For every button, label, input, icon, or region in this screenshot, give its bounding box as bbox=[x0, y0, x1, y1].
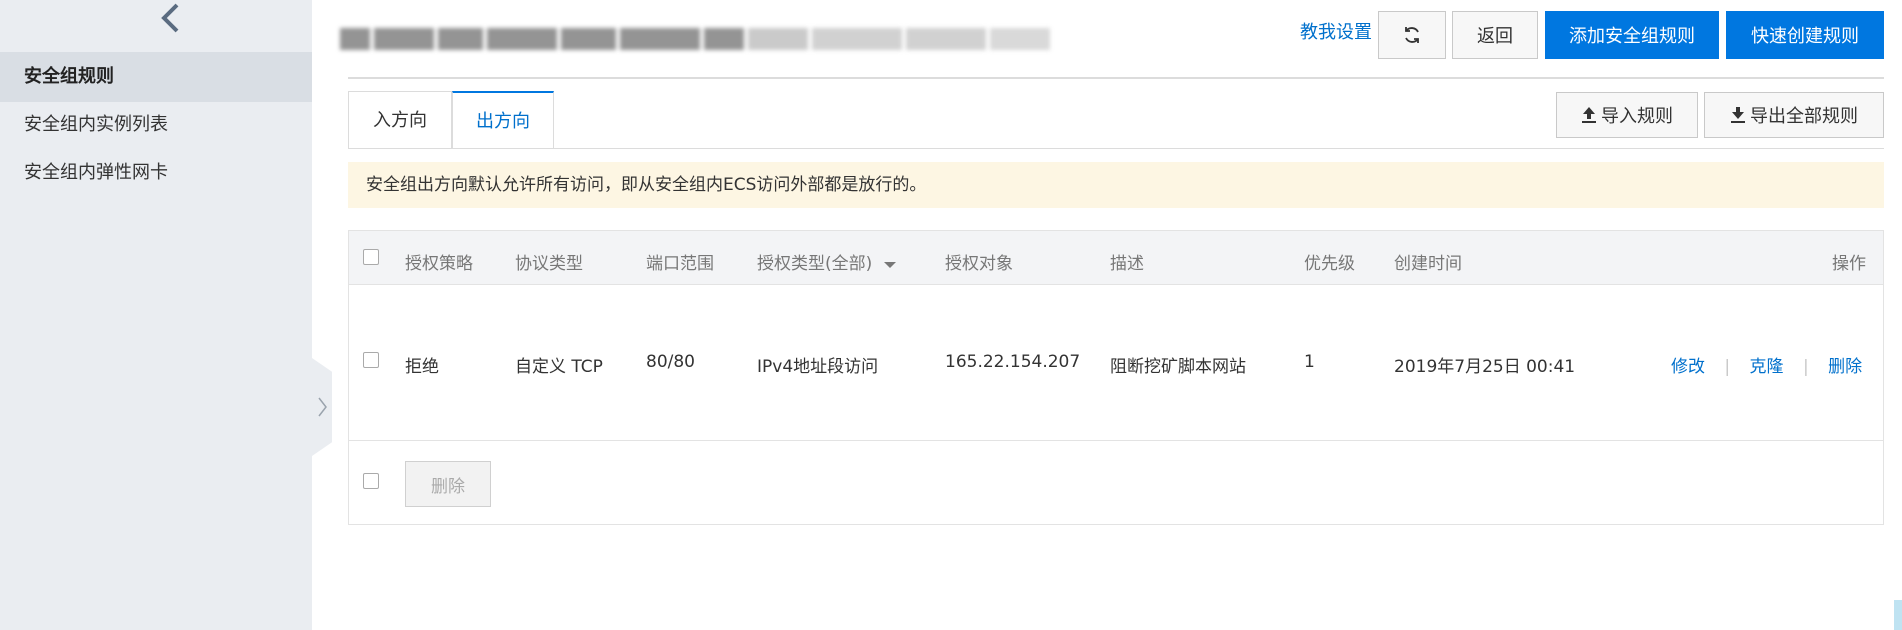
cell-auth-type: IPv4地址段访问 bbox=[757, 357, 879, 377]
clone-rule-link[interactable]: 克隆 bbox=[1750, 357, 1784, 377]
cell-policy: 拒绝 bbox=[405, 357, 439, 377]
col-auth-type-label: 授权类型(全部) bbox=[757, 254, 873, 274]
row-checkbox[interactable] bbox=[363, 352, 379, 368]
cell-target: 165.22.154.207 bbox=[945, 352, 1081, 372]
table-header: 授权策略 协议类型 端口范围 授权类型(全部) 授权对象 描述 优先级 创建时间… bbox=[349, 231, 1883, 285]
col-target: 授权对象 bbox=[945, 254, 1013, 274]
select-all-checkbox[interactable] bbox=[363, 249, 379, 265]
download-icon bbox=[1731, 107, 1745, 123]
add-rule-button[interactable]: 添加安全组规则 bbox=[1545, 11, 1719, 59]
cell-created: 2019年7月25日 00:41 bbox=[1394, 357, 1576, 377]
col-protocol: 协议类型 bbox=[515, 254, 583, 274]
col-description: 描述 bbox=[1110, 254, 1144, 274]
export-rules-button[interactable]: 导出全部规则 bbox=[1704, 92, 1884, 138]
sidebar-item-security-rules[interactable]: 安全组规则 bbox=[0, 52, 312, 102]
back-button[interactable]: 返回 bbox=[1452, 11, 1538, 59]
col-auth-type-filter[interactable]: 授权类型(全部) bbox=[757, 249, 896, 274]
header-divider bbox=[348, 77, 1884, 79]
import-rules-label: 导入规则 bbox=[1601, 106, 1673, 127]
import-rules-button[interactable]: 导入规则 bbox=[1556, 92, 1698, 138]
back-chevron-icon[interactable] bbox=[152, 0, 188, 36]
bulk-delete-button[interactable]: 删除 bbox=[405, 461, 491, 507]
sidebar-item-eni-list[interactable]: 安全组内弹性网卡 bbox=[0, 148, 312, 198]
tab-outbound[interactable]: 出方向 bbox=[452, 91, 554, 149]
sidebar-collapse-handle[interactable] bbox=[312, 358, 332, 456]
table-row: 拒绝 自定义 TCP 80/80 IPv4地址段访问 165.22.154.20… bbox=[349, 285, 1883, 441]
cell-priority: 1 bbox=[1304, 352, 1315, 372]
refresh-button[interactable] bbox=[1378, 11, 1446, 59]
outbound-notice: 安全组出方向默认允许所有访问，即从安全组内ECS访问外部都是放行的。 bbox=[348, 162, 1884, 208]
help-link[interactable]: 教我设置 bbox=[1300, 18, 1372, 44]
col-actions: 操作 bbox=[1832, 254, 1866, 274]
cell-protocol: 自定义 TCP bbox=[515, 357, 603, 377]
page-title-redacted bbox=[340, 20, 1070, 58]
ops-separator: | bbox=[1724, 357, 1731, 377]
refresh-icon bbox=[1405, 27, 1419, 43]
upload-icon bbox=[1582, 107, 1596, 123]
tabs-divider bbox=[348, 148, 1884, 149]
table-footer: 删除 bbox=[349, 441, 1883, 525]
cell-actions: 修改 | 克隆 | 删除 bbox=[1671, 352, 1862, 377]
ops-separator: | bbox=[1802, 357, 1809, 377]
sidebar-item-instance-list[interactable]: 安全组内实例列表 bbox=[0, 100, 312, 150]
corner-decoration bbox=[1894, 600, 1902, 630]
tab-inbound[interactable]: 入方向 bbox=[348, 91, 452, 149]
cell-port: 80/80 bbox=[646, 352, 695, 372]
export-rules-label: 导出全部规则 bbox=[1750, 106, 1858, 127]
col-created: 创建时间 bbox=[1394, 254, 1462, 274]
quick-create-rule-button[interactable]: 快速创建规则 bbox=[1726, 11, 1884, 59]
col-policy: 授权策略 bbox=[405, 254, 473, 274]
delete-rule-link[interactable]: 删除 bbox=[1828, 357, 1862, 377]
sidebar: 安全组规则 安全组内实例列表 安全组内弹性网卡 bbox=[0, 0, 312, 630]
cell-description: 阻断挖矿脚本网站 bbox=[1110, 357, 1246, 377]
col-priority: 优先级 bbox=[1304, 254, 1355, 274]
edit-rule-link[interactable]: 修改 bbox=[1671, 357, 1705, 377]
col-port: 端口范围 bbox=[646, 254, 714, 274]
rules-table: 授权策略 协议类型 端口范围 授权类型(全部) 授权对象 描述 优先级 创建时间… bbox=[348, 230, 1884, 525]
footer-select-all-checkbox[interactable] bbox=[363, 473, 379, 489]
caret-down-icon bbox=[883, 262, 896, 268]
